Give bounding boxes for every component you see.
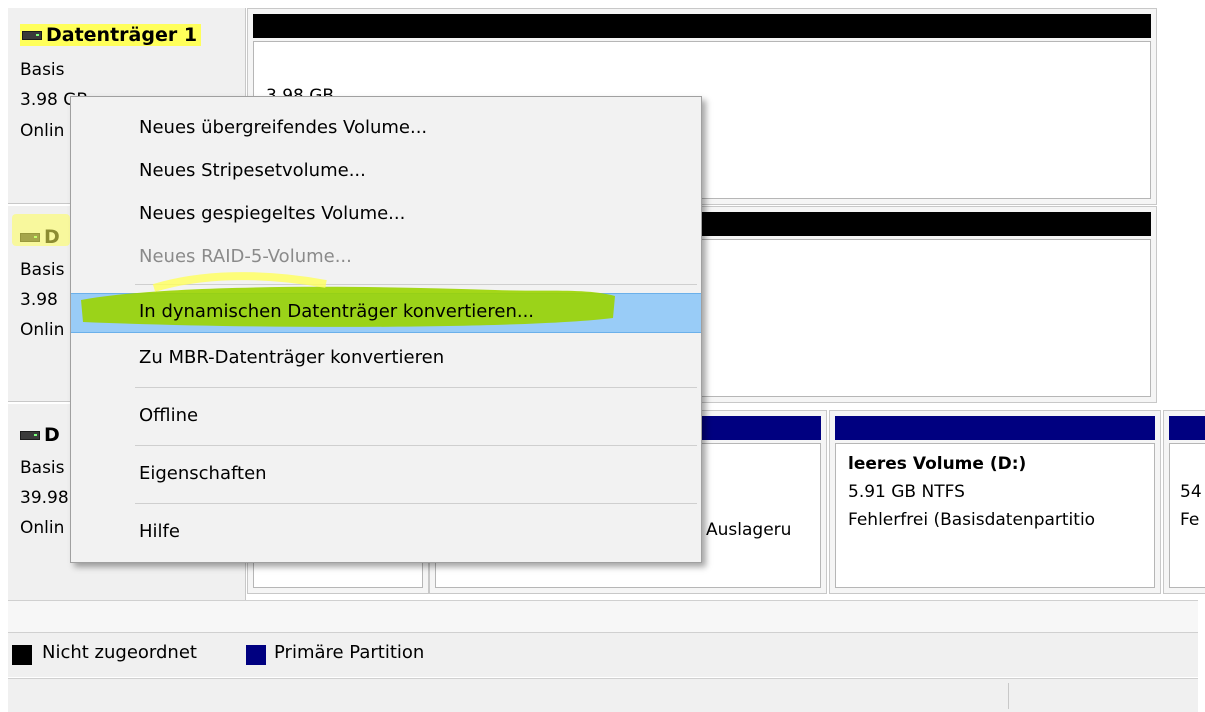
legend-primary-swatch: [246, 645, 266, 665]
menu-separator: [135, 387, 697, 388]
menu-item-properties[interactable]: Eigenschaften: [71, 455, 701, 493]
disk-2-status: Onlin: [20, 320, 65, 340]
disk-2-size: 3.98: [20, 290, 58, 310]
menu-item-label: Neues Stripesetvolume...: [139, 160, 366, 181]
menu-item-label: Offline: [139, 405, 199, 426]
menu-separator: [135, 503, 697, 504]
menu-item-help[interactable]: Hilfe: [71, 513, 701, 551]
disk-icon: [22, 30, 42, 40]
volume-d-name: leeres Volume (D:): [848, 454, 1027, 474]
menu-item-new-striped-volume[interactable]: Neues Stripesetvolume...: [71, 152, 701, 190]
status-bar: [8, 678, 1198, 712]
disk-1-title: Datenträger 1: [20, 24, 202, 46]
disk-3-title: D: [20, 424, 60, 446]
menu-separator: [135, 445, 697, 446]
swap-partition-text: Auslageru: [706, 520, 792, 540]
menu-item-label: Zu MBR-Datenträger konvertieren: [139, 347, 445, 368]
yellow-marker-stroke-path: [152, 272, 327, 292]
disk-list-bottom-strip: [8, 600, 1198, 633]
partition-body: leeres Volume (D:) 5.91 GB NTFS Fehlerfr…: [835, 443, 1155, 588]
unallocated-bar: [253, 14, 1151, 38]
right-partition-fragment[interactable]: 54 Fe: [1163, 410, 1205, 594]
menu-item-label: Hilfe: [139, 521, 180, 542]
menu-item-convert-to-dynamic[interactable]: In dynamischen Datenträger konvertieren.…: [71, 286, 701, 333]
menu-item-label: Eigenschaften: [139, 463, 267, 484]
menu-item-label: Neues übergreifendes Volume...: [139, 117, 428, 138]
menu-item-label: Neues gespiegeltes Volume...: [139, 203, 406, 224]
volume-d-status: Fehlerfrei (Basisdatenpartitio: [848, 510, 1096, 530]
volume-d-partition[interactable]: leeres Volume (D:) 5.91 GB NTFS Fehlerfr…: [829, 410, 1161, 594]
disk-2-type: Basis: [20, 260, 65, 280]
legend-primary-label: Primäre Partition: [274, 642, 425, 663]
legend-unallocated-swatch: [12, 645, 32, 665]
partition-body: 54 Fe: [1169, 443, 1205, 588]
disk-3-title-text: D: [44, 424, 60, 446]
disk-3-status: Onlin: [20, 518, 65, 538]
menu-item-new-spanned-volume[interactable]: Neues übergreifendes Volume...: [71, 109, 701, 147]
disk-3-type: Basis: [20, 458, 65, 478]
right-fragment-status: Fe: [1180, 510, 1200, 530]
right-fragment-size: 54: [1180, 482, 1202, 502]
menu-item-label: In dynamischen Datenträger konvertieren.…: [139, 301, 535, 322]
volume-d-size: 5.91 GB NTFS: [848, 482, 965, 502]
yellow-marker-stroke: [152, 272, 327, 292]
disk-3-size: 39.98: [20, 488, 69, 508]
menu-item-label: Neues RAID-5-Volume...: [139, 246, 352, 267]
menu-item-offline[interactable]: Offline: [71, 397, 701, 435]
primary-partition-bar: [835, 416, 1155, 440]
context-menu: Neues übergreifendes Volume... Neues Str…: [70, 96, 702, 563]
legend: Nicht zugeordnet Primäre Partition: [8, 632, 1198, 677]
disk-1-type: Basis: [20, 60, 65, 80]
disk-1-status: Onlin: [20, 121, 65, 141]
menu-item-convert-to-mbr[interactable]: Zu MBR-Datenträger konvertieren: [71, 339, 701, 377]
legend-unallocated-label: Nicht zugeordnet: [42, 642, 197, 663]
primary-partition-bar: [1169, 416, 1205, 440]
yellow-marker-highlight: [12, 214, 70, 246]
disk-icon: [20, 430, 40, 440]
menu-item-new-mirrored-volume[interactable]: Neues gespiegeltes Volume...: [71, 195, 701, 233]
disk-1-title-text: Datenträger 1: [46, 24, 198, 46]
status-bar-divider: [1008, 683, 1009, 709]
